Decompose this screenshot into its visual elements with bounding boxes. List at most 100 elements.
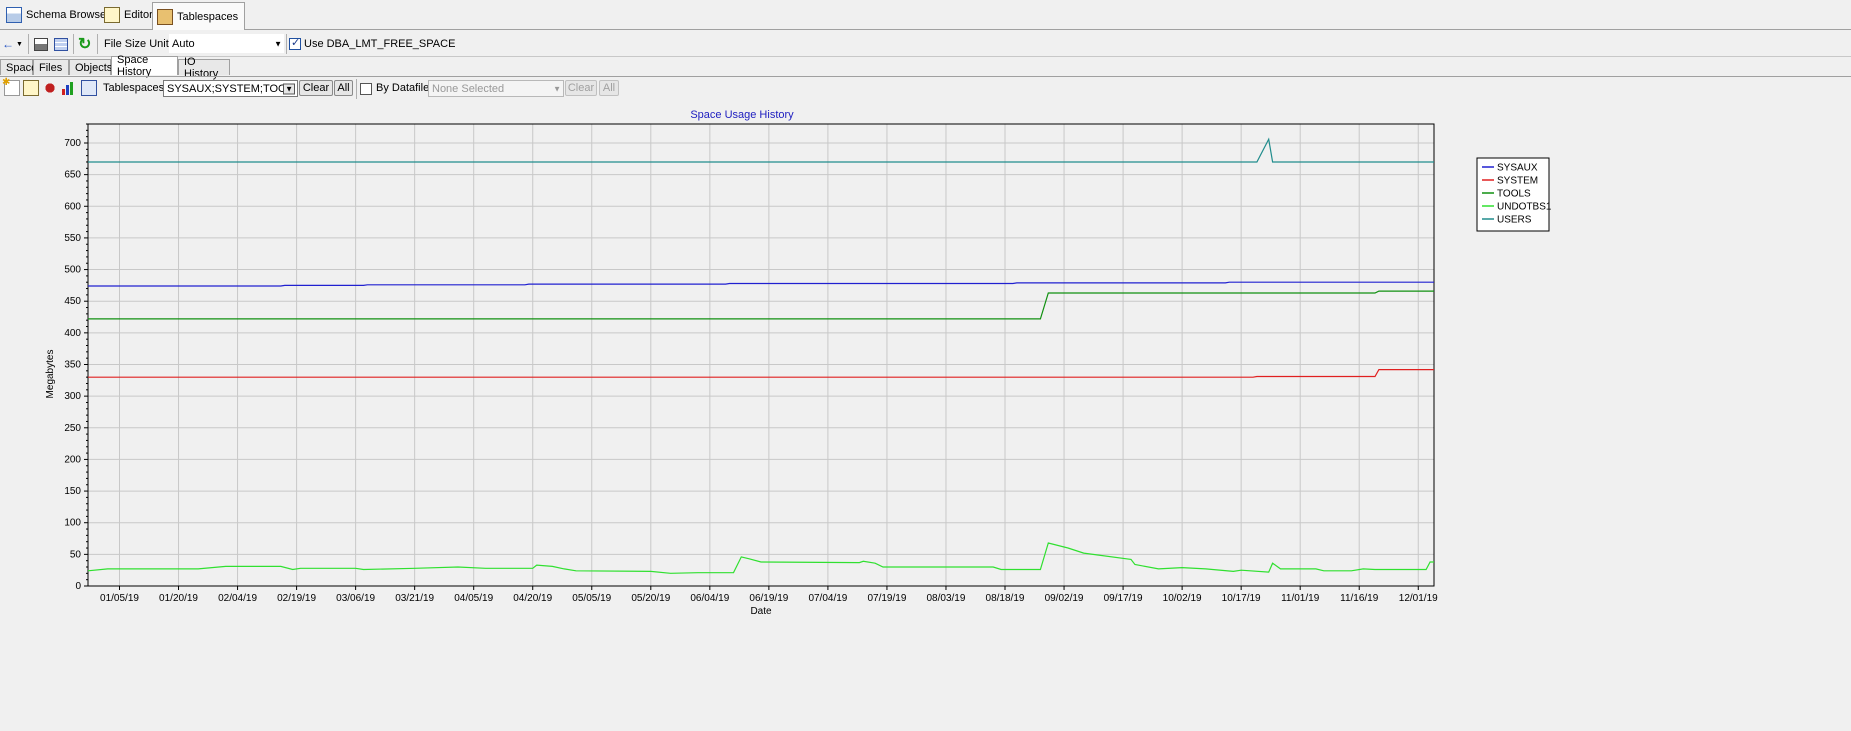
x-tick-label: 05/05/19 [572,593,611,604]
chevron-down-icon: ▼ [274,39,282,48]
delete-icon[interactable] [42,80,58,96]
x-tick-label: 01/05/19 [100,593,139,604]
y-tick-label: 350 [64,359,81,370]
y-tick-label: 700 [64,138,81,149]
x-tick-label: 03/21/19 [395,593,434,604]
plot-area [88,124,1434,586]
history-toolbar: ✱ Tablespaces: SYSAUX;SYSTEM;TOOLS;UNI ▼… [0,76,1851,100]
y-tick-label: 200 [64,454,81,465]
x-tick-label: 06/04/19 [690,593,729,604]
y-tick-label: 0 [75,581,81,592]
legend-label: TOOLS [1497,189,1531,200]
schema-browser-icon [6,7,22,23]
grid-lines [88,124,1434,586]
refresh-button[interactable]: ↻ [78,35,91,53]
use-dba-lmt-free-space-checkbox[interactable]: ✓ Use DBA_LMT_FREE_SPACE [289,35,455,53]
navigate-dropdown-button[interactable]: ← ▼ [2,35,23,53]
file-size-units-select[interactable]: Auto ▼ [169,34,284,53]
x-tick-label: 10/02/19 [1163,593,1202,604]
use-dba-lmt-free-space-label: Use DBA_LMT_FREE_SPACE [304,38,456,50]
y-tick-label: 100 [64,518,81,529]
x-tick-label: 04/20/19 [513,593,552,604]
x-tick-label: 06/19/19 [749,593,788,604]
editor-icon [104,7,120,23]
y-axis-label: Megabytes [45,350,56,399]
x-tick-label: 01/20/19 [159,593,198,604]
y-tick-label: 550 [64,233,81,244]
chevron-down-icon: ▼ [283,83,295,94]
x-tick-label: 11/01/19 [1281,593,1320,604]
chart-svg: Space Usage History Megabytes Date 0 50 10… [45,109,1552,617]
tab-space-history[interactable]: Space History [111,54,178,78]
sub-tab-bar: Space Files Objects Space History IO His… [0,54,1851,80]
tab-space[interactable]: Space [0,59,37,75]
x-tick-label: 02/04/19 [218,593,257,604]
x-tick-label: 02/19/19 [277,593,316,604]
y-tick-label: 500 [64,265,81,276]
by-datafile-checkbox[interactable] [360,83,372,95]
x-tick-label: 12/01/19 [1399,593,1438,604]
tab-label: Editor [124,9,153,21]
tab-tablespaces[interactable]: Tablespaces [152,2,246,30]
x-tick-label: 04/05/19 [454,593,493,604]
y-tick-label: 50 [70,549,82,560]
checkbox-checked-icon: ✓ [289,37,301,50]
y-tick-label: 150 [64,486,81,497]
tab-files[interactable]: Files [33,59,69,75]
legend-label: SYSTEM [1497,176,1538,187]
tab-schema-browser[interactable]: Schema Browser [2,3,116,27]
export-button[interactable] [54,35,72,53]
tab-label: Objects [75,61,113,74]
tablespaces-icon [157,8,173,25]
tab-label: Tablespaces [177,10,239,23]
refresh-icon: ↻ [78,36,92,53]
x-tick-label: 08/03/19 [927,593,966,604]
y-tick-label: 450 [64,296,81,307]
y-tick-label: 250 [64,423,81,434]
chart-title: Space Usage History [690,109,794,121]
by-datafile-label: By Datafile [376,82,430,94]
x-axis-label: Date [750,606,772,617]
y-tick-label: 300 [64,391,81,402]
tablespaces-clear-button[interactable]: Clear [299,80,333,96]
tab-editor[interactable]: Editor [100,3,159,27]
x-tick-label: 05/20/19 [631,593,670,604]
main-toolbar: ← ▼ ↻ File Size Units: Auto ▼ ✓ Use DBA_… [0,31,1851,57]
tab-label: Space History [117,54,152,78]
printer-icon [34,37,48,51]
x-tick-label: 11/16/19 [1340,593,1379,604]
datafile-clear-button[interactable]: Clear [565,80,597,96]
new-icon[interactable]: ✱ [2,77,20,96]
calendar-icon[interactable] [81,80,97,96]
legend: SYSAUX SYSTEM TOOLS UNDOTBS1 USERS [1476,157,1552,232]
tab-io-history[interactable]: IO History [178,56,230,80]
y-tick-label: 600 [64,201,81,212]
document-tab-bar: Schema Browser Editor Tablespaces [0,0,1851,30]
chevron-down-icon: ▼ [16,40,23,48]
grid-icon [54,37,68,51]
legend-label: SYSAUX [1497,163,1538,174]
space-usage-history-chart: Space Usage History Megabytes Date 0 50 10… [0,100,1851,728]
x-tick-label: 07/04/19 [808,593,847,604]
datafile-select[interactable]: None Selected ▼ [428,80,564,97]
tablespaces-select[interactable]: SYSAUX;SYSTEM;TOOLS;UNI ▼ [163,80,298,97]
legend-label: USERS [1497,215,1532,226]
tablespaces-all-button[interactable]: All [334,80,353,96]
bar-chart-icon[interactable] [62,81,76,95]
tab-label: Schema Browser [26,9,110,21]
x-tick-label: 09/17/19 [1104,593,1143,604]
datafile-placeholder: None Selected [432,82,505,95]
x-tick-label: 07/19/19 [867,593,906,604]
datafile-all-button[interactable]: All [599,80,619,96]
tab-label: Files [39,61,63,74]
tab-objects[interactable]: Objects [69,59,113,75]
y-tick-label: 650 [64,170,81,181]
edit-icon[interactable] [23,80,39,96]
x-tick-label: 08/18/19 [986,593,1025,604]
file-size-units-label: File Size Units: [104,38,178,50]
tablespaces-value: SYSAUX;SYSTEM;TOOLS;UNI [167,82,287,95]
chevron-down-icon: ▼ [553,84,561,93]
y-tick-label: 400 [64,328,81,339]
print-button[interactable] [34,35,52,53]
file-size-units-value: Auto [172,37,195,50]
